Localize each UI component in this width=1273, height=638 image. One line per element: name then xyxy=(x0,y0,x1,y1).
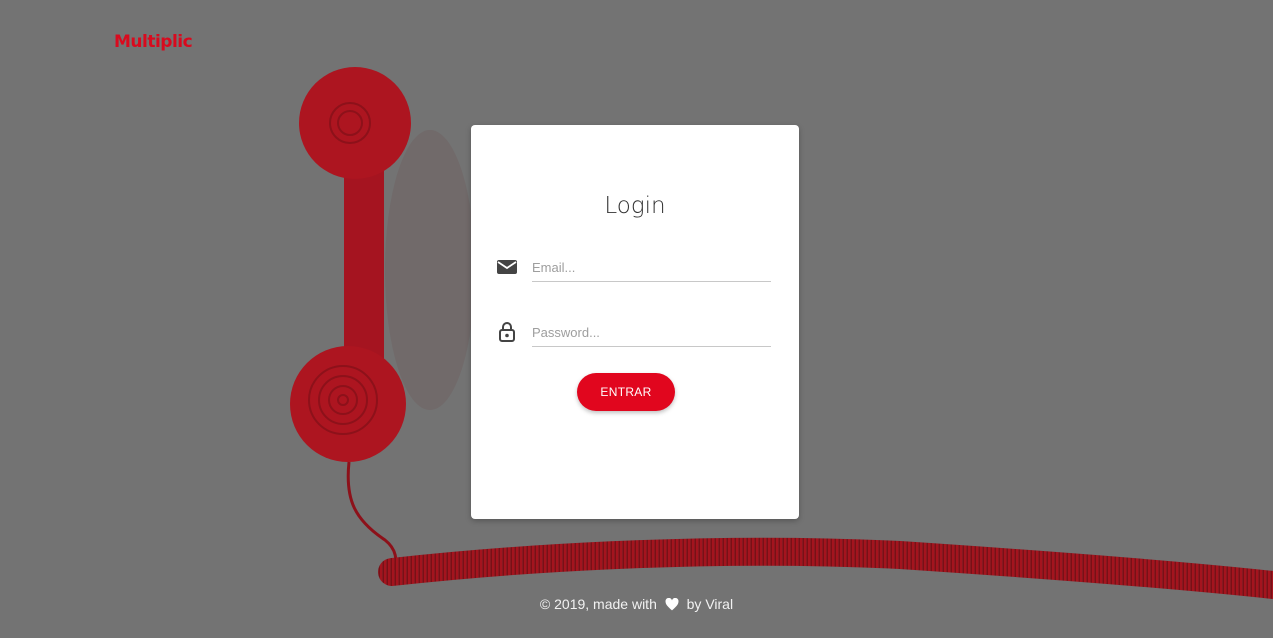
submit-button[interactable]: ENTRAR xyxy=(577,373,675,411)
brand-logo: Multiplic xyxy=(114,32,193,52)
email-input[interactable] xyxy=(532,253,771,282)
footer: © 2019, made with by Viral xyxy=(0,596,1273,614)
password-field-row xyxy=(495,314,771,350)
heart-icon xyxy=(665,597,679,614)
envelope-icon xyxy=(495,255,519,279)
email-field-row xyxy=(495,249,771,285)
password-input[interactable] xyxy=(532,318,771,347)
login-title: Login xyxy=(604,193,666,219)
footer-suffix: by Viral xyxy=(686,596,734,612)
lock-icon xyxy=(495,320,519,344)
login-card: Login ENTRAR xyxy=(471,125,799,519)
footer-prefix: © 2019, made with xyxy=(539,596,657,612)
